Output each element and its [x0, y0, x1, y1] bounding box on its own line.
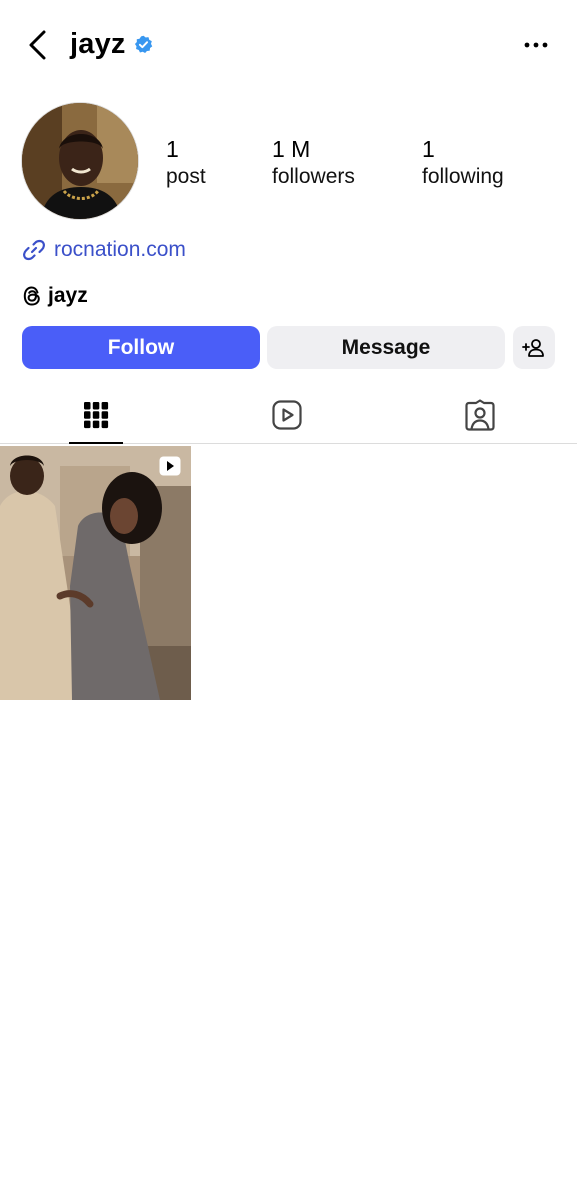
chevron-left-icon [29, 30, 46, 60]
threads-username: jayz [48, 284, 88, 307]
posts-count: 1 post [166, 135, 206, 190]
profile-tabs [0, 386, 577, 444]
profile-username: jayz [70, 28, 126, 60]
reel-badge-icon [159, 456, 181, 476]
verified-badge-icon [134, 35, 153, 54]
add-user-icon [522, 338, 544, 357]
grid-icon [84, 402, 109, 429]
tab-reels[interactable] [237, 386, 337, 444]
posts-count-value: 1 [166, 136, 179, 162]
tab-posts[interactable] [46, 386, 146, 444]
followers-count-value: 1 M [272, 136, 311, 162]
tagged-icon [465, 399, 495, 431]
username-wrap: jayz [70, 28, 153, 61]
profile-header: jayz [0, 0, 577, 92]
follow-button[interactable]: Follow [22, 326, 260, 369]
link-icon [23, 239, 45, 261]
posts-count-label: post [166, 165, 206, 188]
followers-count[interactable]: 1 M followers [272, 135, 355, 190]
profile-link[interactable]: rocnation.com [22, 238, 186, 262]
following-count-label: following [422, 165, 504, 188]
post-thumbnail[interactable] [0, 446, 191, 700]
threads-badge[interactable]: jayz [22, 284, 88, 308]
more-options-button[interactable] [519, 34, 553, 56]
profile-link-text: rocnation.com [54, 238, 186, 261]
add-user-button[interactable] [513, 326, 555, 369]
following-count[interactable]: 1 following [422, 135, 504, 190]
message-button[interactable]: Message [267, 326, 505, 369]
avatar[interactable] [21, 102, 139, 220]
tab-tagged[interactable] [430, 386, 530, 444]
more-horizontal-icon [524, 42, 548, 48]
reels-icon [272, 400, 302, 430]
followers-count-label: followers [272, 165, 355, 188]
back-button[interactable] [22, 27, 52, 63]
post-image [0, 446, 191, 700]
following-count-value: 1 [422, 136, 435, 162]
active-tab-indicator [69, 442, 123, 444]
threads-icon [23, 286, 40, 306]
